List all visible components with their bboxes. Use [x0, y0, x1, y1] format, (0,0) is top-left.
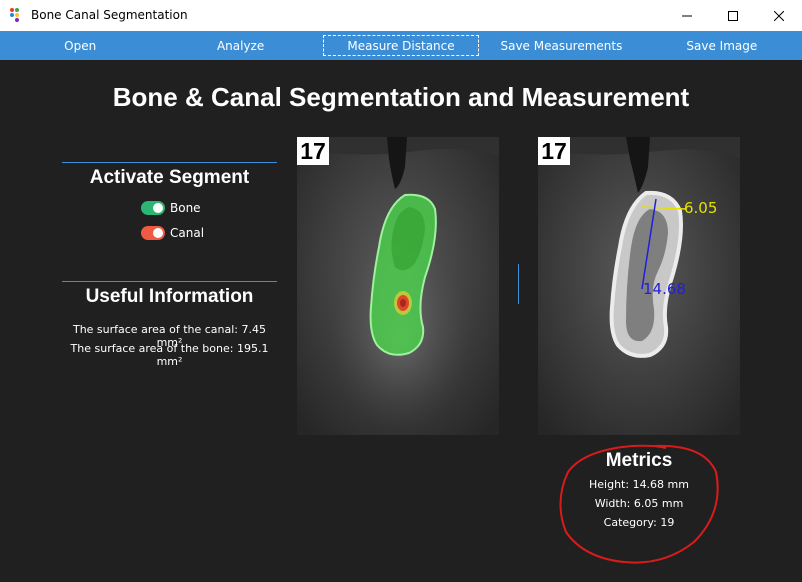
close-button[interactable]: [756, 0, 802, 31]
save-measurements-button[interactable]: Save Measurements: [481, 31, 641, 60]
analyze-button[interactable]: Analyze: [160, 31, 320, 60]
bone-area-text: The surface area of the bone: 195.1 mm²: [70, 342, 269, 368]
page-title: Bone & Canal Segmentation and Measuremen…: [112, 82, 690, 112]
maximize-button[interactable]: [710, 0, 756, 31]
annotation-circle: [559, 444, 719, 564]
toolbar: Open Analyze Measure Distance Save Measu…: [0, 31, 802, 60]
save-image-button[interactable]: Save Image: [642, 31, 802, 60]
maximize-icon: [728, 10, 738, 21]
app-icon: [10, 8, 24, 22]
slice-number-badge: 17: [297, 137, 329, 165]
segmentation-image: 17: [297, 137, 499, 435]
measure-distance-button[interactable]: Measure Distance: [321, 33, 481, 58]
slice-number-badge-right: 17: [538, 137, 570, 165]
open-button[interactable]: Open: [0, 31, 160, 60]
section-divider-info: [62, 281, 277, 282]
measurement-image: 6.05 14.68 17: [538, 137, 740, 435]
bone-toggle-label: Bone: [170, 201, 201, 215]
height-measure-label: 14.68: [643, 280, 686, 298]
canal-toggle-label: Canal: [170, 226, 205, 240]
section-divider-top: [62, 162, 277, 163]
canal-toggle-row: Canal: [141, 226, 204, 240]
window-title: Bone Canal Segmentation: [31, 8, 188, 22]
image-divider: [518, 264, 519, 304]
bone-toggle[interactable]: [141, 201, 165, 215]
minimize-icon: [682, 15, 692, 16]
canal-toggle[interactable]: [141, 226, 165, 240]
width-measure-label: 6.05: [684, 199, 717, 217]
useful-information-heading: Useful Information: [85, 286, 254, 307]
minimize-button[interactable]: [664, 0, 710, 31]
activate-segment-heading: Activate Segment: [89, 167, 250, 188]
title-bar: Bone Canal Segmentation: [0, 0, 802, 31]
close-icon: [774, 10, 784, 21]
bone-toggle-row: Bone: [141, 201, 201, 215]
